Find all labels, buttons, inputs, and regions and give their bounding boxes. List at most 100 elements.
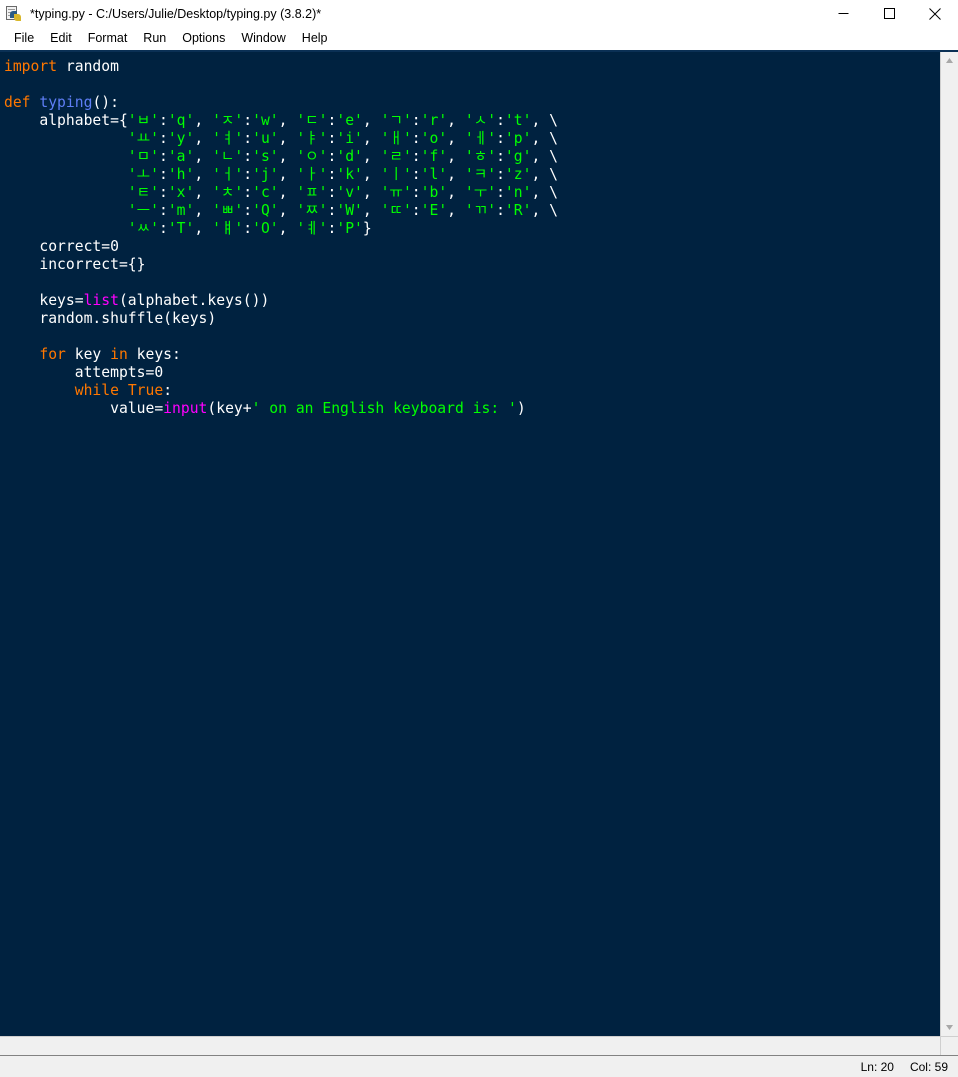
- code-token: ,: [278, 166, 297, 183]
- code-token: random: [57, 58, 119, 75]
- code-token: value=: [4, 400, 164, 417]
- code-token: ' on an English keyboard is: ': [251, 400, 517, 417]
- code-token: 'ㅊ': [212, 184, 244, 201]
- status-bar: Ln: 20 Col: 59: [0, 1055, 958, 1077]
- code-token: 'o': [420, 130, 448, 147]
- maximize-button[interactable]: [866, 0, 912, 27]
- horizontal-scroll-track[interactable]: [0, 1037, 940, 1055]
- code-line: 'ㅡ':'m', 'ㅃ':'Q', 'ㅉ':'W', 'ㄸ':'E', 'ㄲ':…: [4, 202, 940, 220]
- code-line: 'ㅗ':'h', 'ㅓ':'j', 'ㅏ':'k', 'ㅣ':'l', 'ㅋ':…: [4, 166, 940, 184]
- code-token: }: [362, 220, 372, 237]
- scroll-down-button[interactable]: [941, 1019, 958, 1036]
- code-token: 'c': [252, 184, 279, 201]
- code-token: ,: [447, 184, 465, 201]
- code-token: ,: [194, 184, 213, 201]
- scrollbar-corner: [940, 1037, 958, 1055]
- editor-region: import random def typing(): alphabet={'ㅂ…: [0, 52, 958, 1036]
- code-token: :: [411, 184, 421, 201]
- code-token: def: [4, 94, 31, 111]
- code-token: ,: [362, 184, 381, 201]
- code-token: 'm': [167, 202, 195, 219]
- code-token: :: [243, 148, 253, 165]
- code-token: 'ㄸ': [380, 202, 412, 219]
- code-token: ,: [447, 202, 465, 219]
- code-token: 'Q': [252, 202, 279, 219]
- code-token: ,: [362, 202, 381, 219]
- code-token: 's': [252, 148, 279, 165]
- code-token: 'ㅣ': [380, 166, 412, 183]
- code-token: 'ㅁ': [127, 148, 159, 165]
- code-token: ,: [194, 166, 213, 183]
- code-token: 'ㅌ': [127, 184, 159, 201]
- code-token: 'ㅏ': [296, 166, 328, 183]
- code-token: ,: [278, 148, 297, 165]
- close-icon: [929, 7, 941, 20]
- code-token: 'u': [252, 130, 279, 147]
- menu-item-format[interactable]: Format: [80, 29, 136, 48]
- code-token: :: [411, 130, 421, 147]
- code-token: 'P': [336, 220, 363, 237]
- horizontal-scrollbar-row: [0, 1036, 958, 1055]
- code-token: True: [127, 382, 164, 399]
- close-button[interactable]: [912, 0, 958, 27]
- code-token: ,: [194, 202, 213, 219]
- code-token: 'ㅈ': [212, 112, 244, 129]
- code-token: 'z': [504, 166, 532, 183]
- menu-item-options[interactable]: Options: [174, 29, 233, 48]
- code-token: 'a': [167, 148, 195, 165]
- code-token: typing: [39, 94, 93, 111]
- code-token: 't': [504, 112, 532, 129]
- vertical-scroll-track[interactable]: [941, 69, 958, 1019]
- code-token: 'ㅃ': [212, 202, 244, 219]
- minimize-button[interactable]: [820, 0, 866, 27]
- code-token: 'v': [336, 184, 363, 201]
- menu-item-window[interactable]: Window: [233, 29, 293, 48]
- menu-item-file[interactable]: File: [6, 29, 42, 48]
- code-editor[interactable]: import random def typing(): alphabet={'ㅂ…: [0, 52, 940, 1036]
- code-token: :: [243, 184, 253, 201]
- code-token: 'ㅎ': [464, 148, 497, 165]
- code-token: 'ㅅ': [464, 112, 497, 129]
- code-token: :: [496, 184, 505, 201]
- code-token: 'ㅔ': [464, 130, 497, 147]
- code-token: :: [496, 112, 505, 129]
- code-token: :: [411, 166, 421, 183]
- code-line: while True:: [4, 382, 940, 400]
- code-token: :: [163, 382, 173, 399]
- code-line: 'ㅁ':'a', 'ㄴ':'s', 'ㅇ':'d', 'ㄹ':'f', 'ㅎ':…: [4, 148, 940, 166]
- code-token: ,: [194, 148, 213, 165]
- code-token: random.shuffle(keys): [4, 310, 217, 327]
- idle-editor-window: *typing.py - C:/Users/Julie/Desktop/typi…: [0, 0, 958, 1077]
- code-token: 'b': [420, 184, 448, 201]
- vertical-scrollbar[interactable]: [940, 52, 958, 1036]
- menu-item-run[interactable]: Run: [135, 29, 174, 48]
- code-token: alphabet={: [4, 112, 128, 129]
- code-token: 'O': [252, 220, 279, 237]
- code-token: ,: [278, 130, 297, 147]
- menu-item-edit[interactable]: Edit: [42, 29, 80, 48]
- code-token: key: [65, 346, 111, 363]
- code-token: 'T': [167, 220, 195, 237]
- code-token: (alphabet.keys()): [118, 292, 270, 309]
- scroll-up-button[interactable]: [941, 52, 958, 69]
- python-file-icon: [5, 5, 23, 23]
- code-token: 'ㅇ': [296, 148, 328, 165]
- code-token: 'ㅓ': [212, 166, 244, 183]
- code-token: list: [83, 292, 119, 309]
- window-controls: [820, 0, 958, 27]
- status-column-indicator: Col: 59: [909, 1059, 948, 1074]
- code-token: 'g': [504, 148, 532, 165]
- code-token: 'ㅗ': [127, 166, 159, 183]
- menu-item-help[interactable]: Help: [294, 29, 336, 48]
- code-token: ,: [278, 184, 297, 201]
- code-token: ,: [278, 112, 297, 129]
- code-token: ,: [278, 220, 297, 237]
- code-token: :: [159, 220, 168, 237]
- code-token: 'ㅜ': [464, 184, 497, 201]
- code-token: :: [159, 130, 168, 147]
- code-line: value=input(key+' on an English keyboard…: [4, 400, 940, 418]
- code-token: ():: [92, 94, 119, 111]
